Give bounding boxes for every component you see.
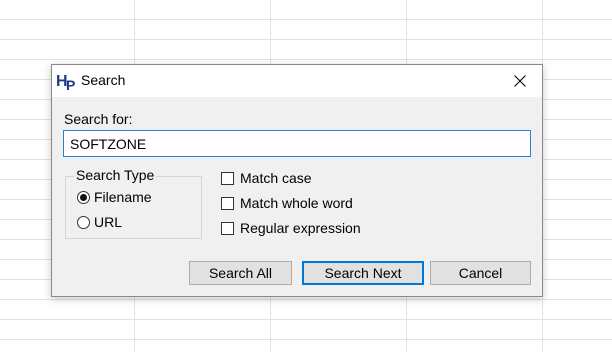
close-button[interactable] bbox=[498, 65, 542, 97]
match-whole-word-box[interactable] bbox=[221, 196, 234, 210]
radio-filename-circle[interactable] bbox=[77, 190, 90, 204]
radio-url-circle[interactable] bbox=[77, 215, 90, 229]
radio-url[interactable]: URL bbox=[77, 214, 122, 230]
match-case-box[interactable] bbox=[221, 171, 234, 185]
svg-text:P: P bbox=[66, 77, 75, 92]
match-case-checkbox[interactable]: Match case bbox=[221, 170, 312, 186]
dialog-title: Search bbox=[81, 72, 126, 88]
match-whole-word-label: Match whole word bbox=[240, 195, 353, 211]
search-input[interactable] bbox=[63, 130, 531, 157]
regular-expression-label: Regular expression bbox=[240, 220, 361, 236]
hp-app-icon: H P bbox=[56, 73, 75, 92]
radio-filename[interactable]: Filename bbox=[77, 189, 152, 205]
match-whole-word-checkbox[interactable]: Match whole word bbox=[221, 195, 353, 211]
search-dialog: H P Search Search for: Search Type Filen… bbox=[51, 64, 543, 297]
title-bar: H P Search bbox=[52, 65, 542, 97]
regular-expression-checkbox[interactable]: Regular expression bbox=[221, 220, 361, 236]
search-for-label: Search for: bbox=[64, 111, 133, 127]
close-icon bbox=[514, 75, 526, 87]
radio-filename-label: Filename bbox=[94, 189, 152, 205]
search-all-button[interactable]: Search All bbox=[189, 261, 292, 285]
match-case-label: Match case bbox=[240, 170, 312, 186]
cancel-button[interactable]: Cancel bbox=[430, 261, 531, 285]
regular-expression-box[interactable] bbox=[221, 221, 234, 235]
search-type-legend: Search Type bbox=[74, 167, 157, 183]
search-next-button[interactable]: Search Next bbox=[302, 261, 424, 285]
radio-url-label: URL bbox=[94, 214, 123, 230]
